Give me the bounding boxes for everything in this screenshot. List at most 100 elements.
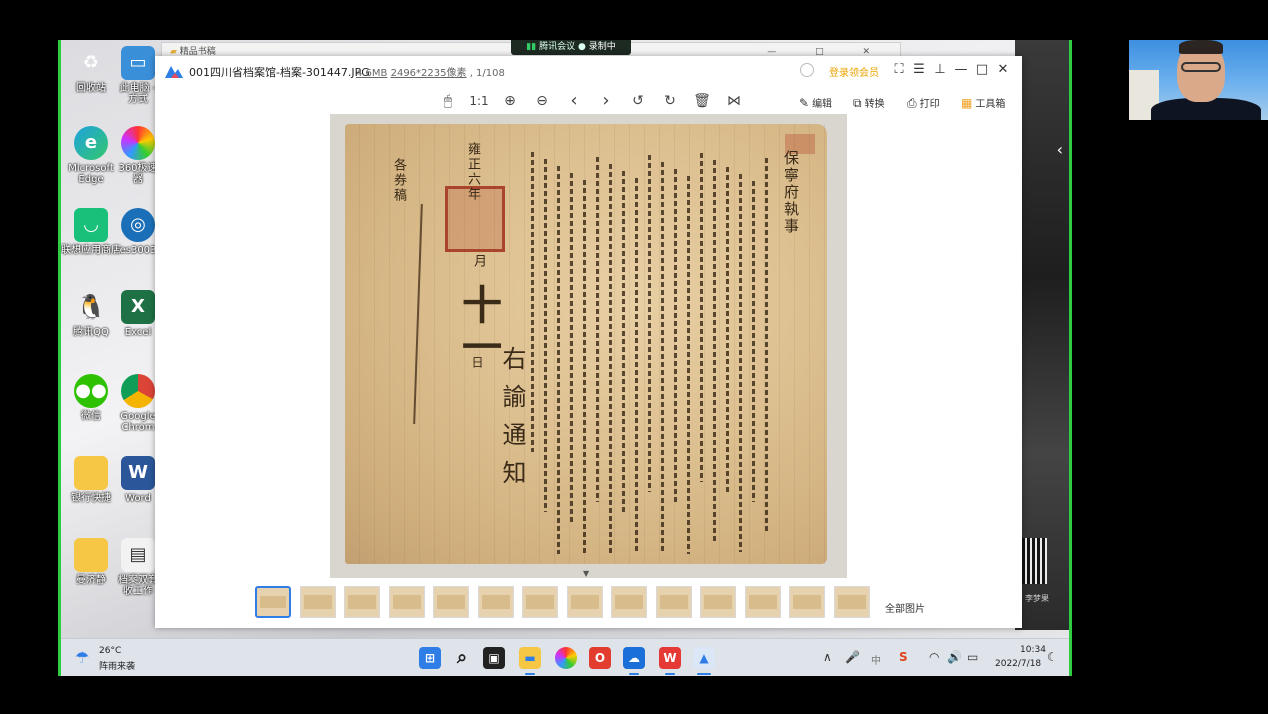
print-icon: ⎙	[907, 96, 917, 110]
zoom-out-icon[interactable]: ⊖	[533, 91, 551, 111]
desktop-icon-wechat[interactable]: ●● 微信	[61, 374, 121, 422]
all-images-link[interactable]: 全部图片	[885, 600, 925, 615]
thumbnail-item[interactable]	[789, 586, 825, 618]
meeting-status-bar[interactable]: ▮▮ 腾讯会议 ● 录制中	[511, 40, 631, 55]
thumbnail-item[interactable]	[433, 586, 469, 618]
print-button[interactable]: ⎙ 打印	[907, 95, 940, 111]
share-icon[interactable]: ⋈	[725, 91, 743, 111]
convert-button[interactable]: ⧉ 转换	[853, 95, 885, 111]
rotate-right-icon[interactable]: ↻	[661, 91, 679, 111]
document-text-column	[726, 167, 729, 492]
file-explorer-icon[interactable]: ▬	[519, 647, 541, 669]
thumbnail-item[interactable]	[522, 586, 558, 618]
thumbnail-item[interactable]	[255, 586, 291, 618]
document-text-column	[583, 180, 586, 554]
weather-temperature[interactable]: 26°C	[99, 646, 121, 656]
convert-icon: ⧉	[853, 96, 862, 110]
viewer-toolbar: 🖱 1:1 ⊕ ⊖ ‹ › ↺ ↻ 🗑 ⋈ ✎ 编辑 ⧉ 转换 ⎙ 打印 ▦ 工…	[155, 86, 1022, 116]
desktop-icon-chrome[interactable]: Google Chrom	[117, 374, 159, 433]
file-size[interactable]: 4.6MB	[356, 68, 387, 79]
fullscreen-icon[interactable]: ⛶	[890, 61, 908, 79]
desktop-icon-qq[interactable]: 🐧 腾讯QQ	[61, 290, 121, 338]
battery-icon[interactable]: ▭	[967, 650, 978, 664]
thumbnail-item[interactable]	[344, 586, 380, 618]
signal-icon: ▮▮	[526, 42, 537, 52]
ime-indicator[interactable]: 中	[871, 652, 881, 667]
previous-icon[interactable]: ‹	[565, 91, 583, 111]
office-icon[interactable]: O	[589, 647, 611, 669]
rotate-left-icon[interactable]: ↺	[629, 91, 647, 111]
maximize-icon[interactable]: □	[973, 61, 991, 79]
wps-icon[interactable]: W	[659, 647, 681, 669]
image-viewer-taskbar-icon[interactable]: ▲	[693, 647, 715, 669]
toolbox-icon: ▦	[961, 96, 973, 110]
menu-icon[interactable]: ☰	[910, 61, 928, 79]
desktop-icon-bank-folder[interactable]: 银行快捷	[61, 456, 121, 504]
app-logo-icon	[165, 66, 183, 78]
user-avatar-icon[interactable]	[800, 63, 814, 77]
meeting-app-name: 腾讯会议	[539, 42, 576, 52]
weather-description[interactable]: 阵雨来袭	[99, 659, 135, 672]
doc-notice-column: 右諭通知	[498, 346, 526, 498]
thumbnail-item[interactable]	[700, 586, 736, 618]
delete-icon[interactable]: 🗑	[693, 91, 711, 111]
shared-screen: ‹ - 李梦果 ♻ 回收站 ▭ 此电脑 - 方式 e Microsoft Edg…	[58, 40, 1072, 676]
document-text-column	[609, 164, 612, 554]
pin-icon[interactable]: ⊥	[931, 61, 949, 79]
microphone-icon[interactable]: 🎤	[845, 650, 860, 664]
desktop-icon-word[interactable]: W Word	[117, 456, 159, 504]
document-text-column	[648, 155, 651, 492]
document-text-column	[765, 158, 768, 532]
desktop-icon-excel[interactable]: X Excel	[117, 290, 159, 338]
thumbnail-item[interactable]	[655, 586, 692, 618]
mouse-icon[interactable]: 🖱	[439, 91, 457, 111]
archive-document-image[interactable]: 保寧府執事 雍正六年 月 十一 日 右諭通知 各券稿 ▼	[330, 114, 847, 578]
chevron-left-icon[interactable]: ‹	[1057, 140, 1063, 159]
desktop-icon-es[interactable]: ◎ es3003	[117, 208, 159, 256]
thumbnail-item[interactable]	[611, 586, 647, 618]
thumbnail-item[interactable]	[477, 586, 514, 618]
login-vip-link[interactable]: 登录领会员	[829, 64, 879, 79]
doc-date-column: 雍正六年	[465, 142, 480, 202]
desktop-icon-lenovo-store[interactable]: ◡ 联想应用商店	[61, 208, 121, 256]
close-icon[interactable]: ✕	[994, 61, 1012, 79]
desktop-icon-recycle-bin[interactable]: ♻ 回收站	[61, 46, 121, 94]
excel-icon: X	[121, 290, 155, 324]
chevron-down-icon[interactable]: ▼	[583, 569, 589, 578]
edit-button[interactable]: ✎ 编辑	[799, 95, 832, 110]
chevron-up-icon[interactable]: ∧	[823, 650, 832, 664]
thumbnail-item[interactable]	[566, 586, 603, 618]
desktop-icon-360[interactable]: 360极速 器	[117, 126, 159, 185]
desktop-icon-folder[interactable]: 曼济静	[61, 538, 121, 586]
document-text-column	[622, 171, 625, 512]
start-menu-icon[interactable]: ⊞	[419, 647, 441, 669]
document-text-column	[570, 173, 573, 522]
toolbox-button[interactable]: ▦ 工具箱	[961, 95, 1005, 110]
wps-active-indicator	[665, 673, 675, 675]
wifi-icon[interactable]: ◠	[929, 650, 939, 664]
clock-date[interactable]: 2022/7/18	[995, 659, 1041, 669]
red-seal-stamp	[445, 186, 505, 252]
next-icon[interactable]: ›	[597, 91, 615, 111]
minimize-icon[interactable]: —	[952, 61, 970, 79]
notification-moon-icon[interactable]: ☾	[1047, 650, 1058, 664]
zoom-in-icon[interactable]: ⊕	[501, 91, 519, 111]
file-dimensions[interactable]: 2496*2235像素	[391, 68, 467, 79]
desktop-icon-edge[interactable]: e Microsoft Edge	[61, 126, 121, 185]
thumbnail-item[interactable]	[388, 586, 425, 618]
volume-icon[interactable]: 🔊	[947, 650, 962, 664]
qq-icon: 🐧	[76, 293, 106, 321]
desktop-icon-archive-doc[interactable]: ▤ 档案双套 收工作	[117, 538, 159, 597]
task-view-icon[interactable]: ▣	[483, 647, 505, 669]
wps-tray-icon[interactable]: S	[899, 650, 908, 664]
photos-icon[interactable]: ☁	[623, 647, 645, 669]
rain-cloud-icon[interactable]: ☂	[75, 648, 89, 667]
thumbnail-item[interactable]	[833, 586, 870, 618]
browser-360-taskbar-icon[interactable]	[555, 647, 577, 669]
search-icon[interactable]: ⌕	[451, 647, 473, 669]
chrome-icon	[121, 374, 155, 408]
thumbnail-item[interactable]	[299, 586, 336, 618]
desktop-icon-computer[interactable]: ▭ 此电脑 - 方式	[117, 46, 159, 105]
actual-size-button[interactable]: 1:1	[467, 91, 491, 111]
thumbnail-item[interactable]	[744, 586, 781, 618]
